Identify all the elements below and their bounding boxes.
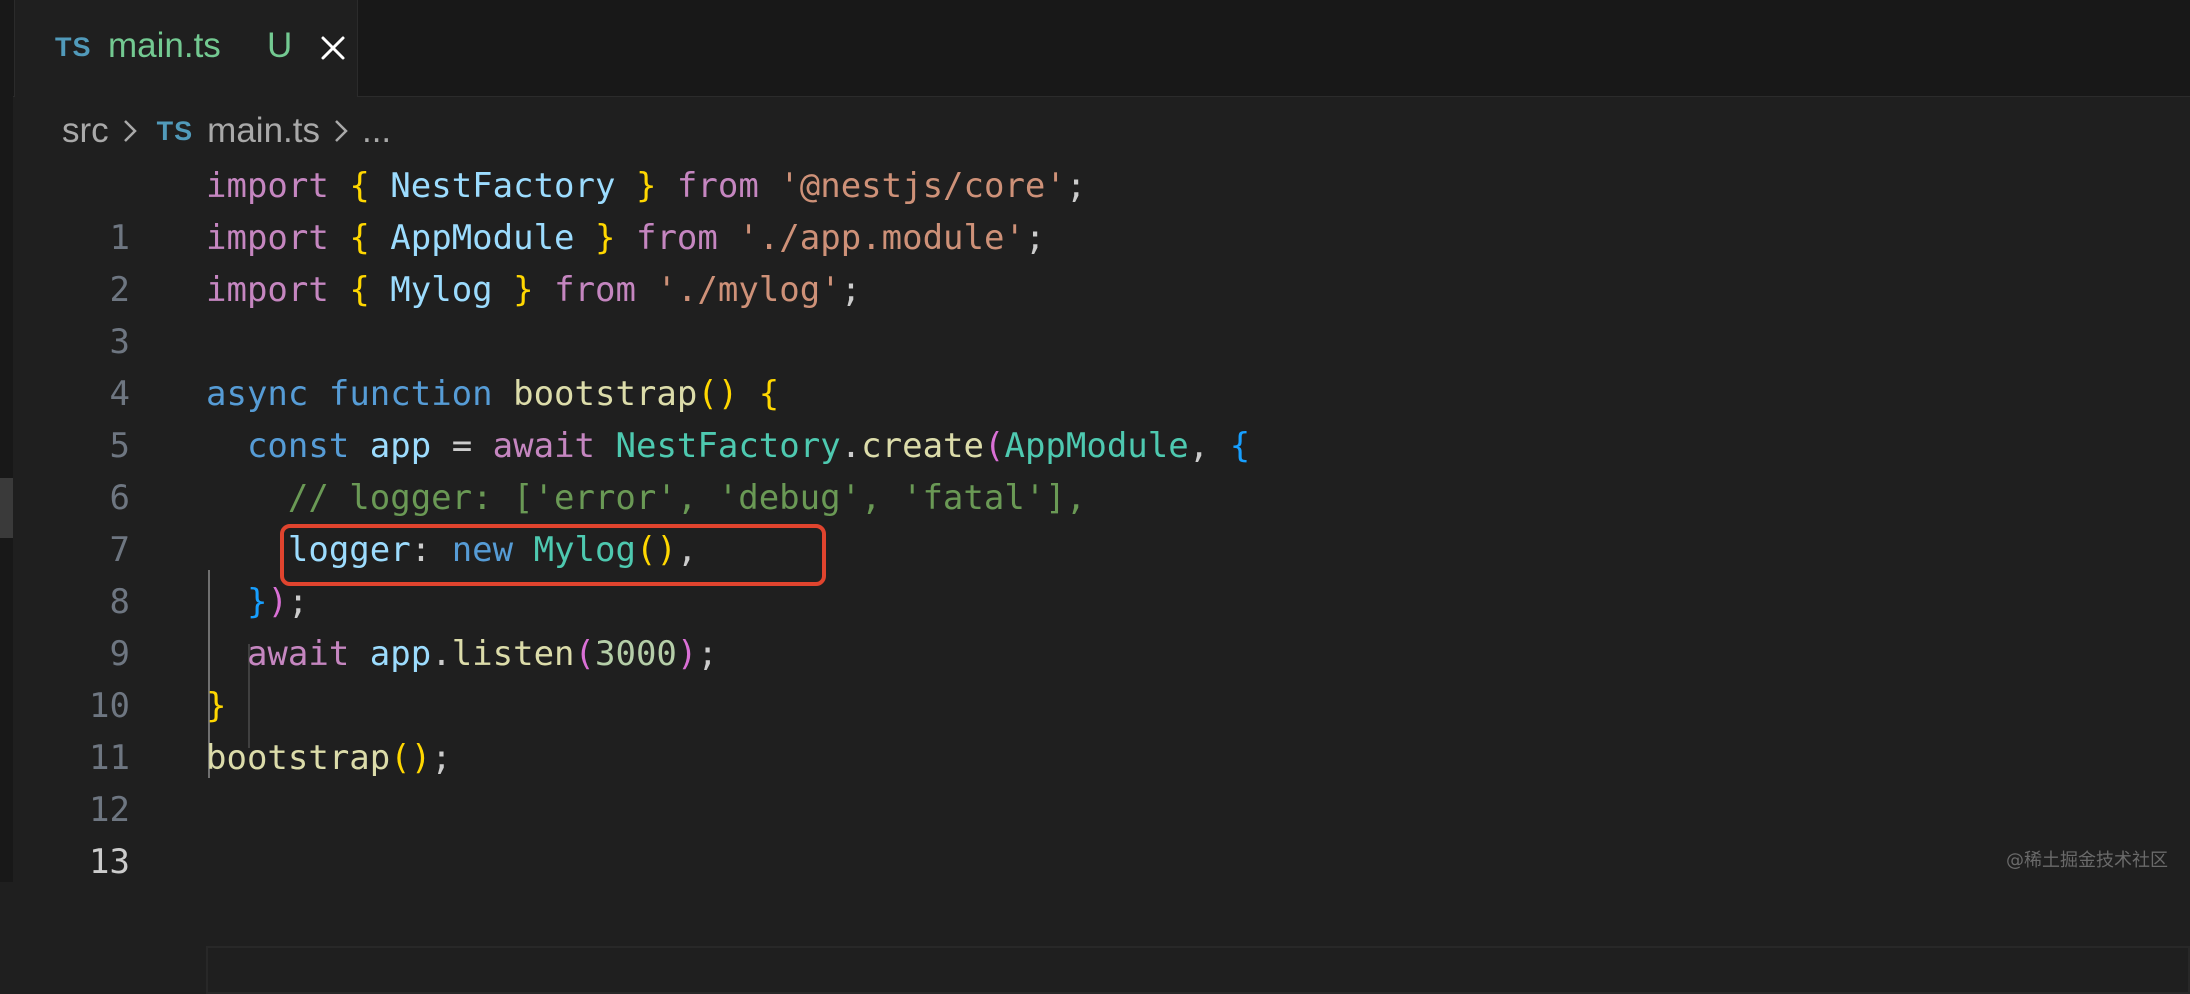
code-line: 7 // logger: ['error', 'debug', 'fatal']… xyxy=(0,472,2190,570)
identifier: app xyxy=(369,634,432,674)
code-line: 1 import { NestFactory } from '@nestjs/c… xyxy=(0,160,2190,258)
breadcrumb-file[interactable]: main.ts xyxy=(207,111,320,151)
function-name: bootstrap xyxy=(206,738,391,778)
keyword: await xyxy=(246,634,350,674)
close-icon[interactable] xyxy=(315,30,351,66)
breadcrumb-folder[interactable]: src xyxy=(62,111,109,151)
code-line: 3 import { Mylog } from './mylog'; xyxy=(0,264,2190,362)
keyword: from xyxy=(676,166,759,206)
string-literal: './mylog' xyxy=(656,270,841,310)
code-line-active: 13 xyxy=(0,784,2190,882)
typescript-file-icon: TS xyxy=(55,32,92,62)
code-editor[interactable]: 1 import { NestFactory } from '@nestjs/c… xyxy=(0,160,2190,994)
identifier: NestFactory xyxy=(390,166,616,206)
code-line: 4 xyxy=(0,316,2190,414)
identifier: Mylog xyxy=(390,270,493,310)
chevron-right-icon xyxy=(123,120,137,142)
typescript-file-icon: TS xyxy=(156,115,194,146)
tab-label: main.ts xyxy=(108,26,221,65)
watermark: @稀土掘金技术社区 xyxy=(2006,850,2168,871)
comment: // logger: ['error', 'debug', 'fatal'], xyxy=(287,478,1087,518)
keyword: from xyxy=(635,218,718,258)
tab-main-ts[interactable]: TS main.ts U xyxy=(14,0,358,97)
class-name: AppModule xyxy=(1004,426,1189,466)
keyword: import xyxy=(206,218,329,258)
breadcrumb-more[interactable]: ... xyxy=(362,111,391,151)
chevron-right-icon xyxy=(335,120,348,142)
keyword: const xyxy=(246,426,350,466)
function-name: create xyxy=(861,426,984,466)
code-line: 6 const app = await NestFactory.create(A… xyxy=(0,420,2190,518)
code-line: 5 async function bootstrap() { xyxy=(0,368,2190,466)
annotation-highlight-box xyxy=(280,524,826,586)
current-line-highlight xyxy=(206,946,2190,994)
function-name: bootstrap xyxy=(513,374,698,414)
identifier: app xyxy=(369,426,432,466)
keyword: import xyxy=(206,166,329,206)
code-line: 10 await app.listen(3000); xyxy=(0,628,2190,726)
code-line: 2 import { AppModule } from './app.modul… xyxy=(0,212,2190,310)
function-name: listen xyxy=(451,634,575,674)
code-line: 11 } xyxy=(0,680,2190,778)
class-name: NestFactory xyxy=(615,426,841,466)
identifier: AppModule xyxy=(390,218,575,258)
untracked-status-badge: U xyxy=(267,26,293,65)
line-number: 13 xyxy=(89,842,130,882)
breadcrumb: src TS main.ts ... xyxy=(62,106,391,156)
keyword: await xyxy=(492,426,596,466)
keyword: async xyxy=(206,374,309,414)
editor-tab-bar: TS main.ts U xyxy=(0,0,2190,97)
number-literal: 3000 xyxy=(595,634,677,674)
code-line: 12 bootstrap(); xyxy=(0,732,2190,830)
keyword: import xyxy=(206,270,329,310)
keyword: function xyxy=(328,374,493,414)
string-literal: './app.module' xyxy=(738,218,1025,258)
keyword: from xyxy=(554,270,636,310)
string-literal: '@nestjs/core' xyxy=(779,166,1066,206)
